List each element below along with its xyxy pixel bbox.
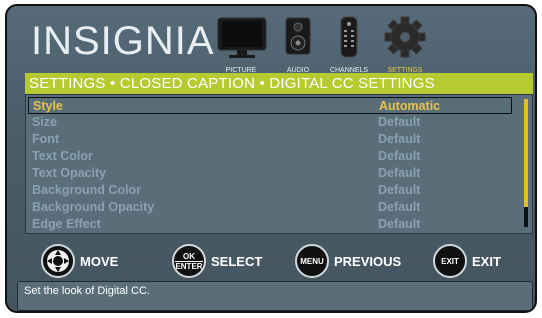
item-value: Default	[378, 200, 421, 214]
tab-settings[interactable]: SETTINGS	[377, 12, 433, 74]
ok-enter-button-icon: OK ENTER	[172, 244, 206, 278]
button-hints: MOVE OK ENTER SELECT MENU PREVIOUS EXIT …	[17, 242, 527, 280]
item-name: Font	[32, 132, 60, 146]
item-value: Default	[378, 132, 421, 146]
item-name: Background Opacity	[32, 200, 155, 214]
list-item-edge-effect[interactable]: Edge Effect Default	[28, 216, 512, 233]
button-text: EXIT	[441, 256, 459, 266]
dpad-button-icon	[41, 244, 75, 278]
exit-button-icon: EXIT	[433, 244, 467, 278]
hint-label: SELECT	[211, 253, 263, 269]
item-name: Style	[33, 99, 63, 113]
button-bottom-text: ENTER	[175, 260, 203, 271]
gear-icon	[384, 16, 426, 58]
scrollbar-thumb[interactable]	[524, 99, 528, 207]
hint-move: MOVE	[41, 242, 118, 280]
tv-menu-frame: INSIGNIA PICTURE AUDIO CHANNELS SETTINGS…	[5, 4, 537, 313]
status-description: Set the look of Digital CC.	[17, 281, 533, 311]
remote-icon	[340, 16, 358, 58]
menu-button-icon: MENU	[295, 244, 329, 278]
item-name: Edge Effect	[32, 217, 101, 231]
brand-logo: INSIGNIA	[31, 19, 215, 63]
list-item-text-opacity[interactable]: Text Opacity Default	[28, 165, 512, 182]
item-value: Default	[378, 115, 421, 129]
button-text: MENU	[300, 256, 324, 266]
item-value: Default	[378, 183, 421, 197]
item-name: Size	[32, 115, 58, 129]
settings-list: Style Automatic Size Default Font Defaul…	[25, 94, 533, 234]
item-value: Default	[378, 149, 421, 163]
hint-label: EXIT	[472, 253, 501, 269]
list-item-font[interactable]: Font Default	[28, 131, 512, 148]
hint-exit: EXIT EXIT	[433, 242, 501, 280]
item-name: Background Color	[32, 183, 142, 197]
item-name: Text Color	[32, 149, 93, 163]
tab-channels[interactable]: CHANNELS	[323, 12, 375, 74]
hint-label: PREVIOUS	[334, 253, 402, 269]
item-value: Default	[378, 166, 421, 180]
tv-icon	[217, 17, 267, 58]
hint-label: MOVE	[80, 253, 119, 269]
item-value: Default	[378, 217, 421, 231]
hint-previous: MENU PREVIOUS	[295, 242, 401, 280]
dpad-icon	[47, 250, 69, 272]
list-item-text-color[interactable]: Text Color Default	[28, 148, 512, 165]
list-item-background-opacity[interactable]: Background Opacity Default	[28, 199, 512, 216]
menu-title-bar: SETTINGS • CLOSED CAPTION • DIGITAL CC S…	[25, 73, 533, 94]
tab-audio[interactable]: AUDIO	[275, 12, 321, 74]
tab-picture[interactable]: PICTURE	[209, 12, 273, 74]
list-item-style[interactable]: Style Automatic	[28, 97, 512, 114]
button-top-text: OK	[183, 251, 195, 261]
speaker-icon	[285, 17, 311, 55]
list-item-background-color[interactable]: Background Color Default	[28, 182, 512, 199]
hint-select: OK ENTER SELECT	[172, 242, 262, 280]
item-value: Automatic	[379, 99, 441, 113]
list-item-size[interactable]: Size Default	[28, 114, 512, 131]
item-name: Text Opacity	[32, 166, 107, 180]
